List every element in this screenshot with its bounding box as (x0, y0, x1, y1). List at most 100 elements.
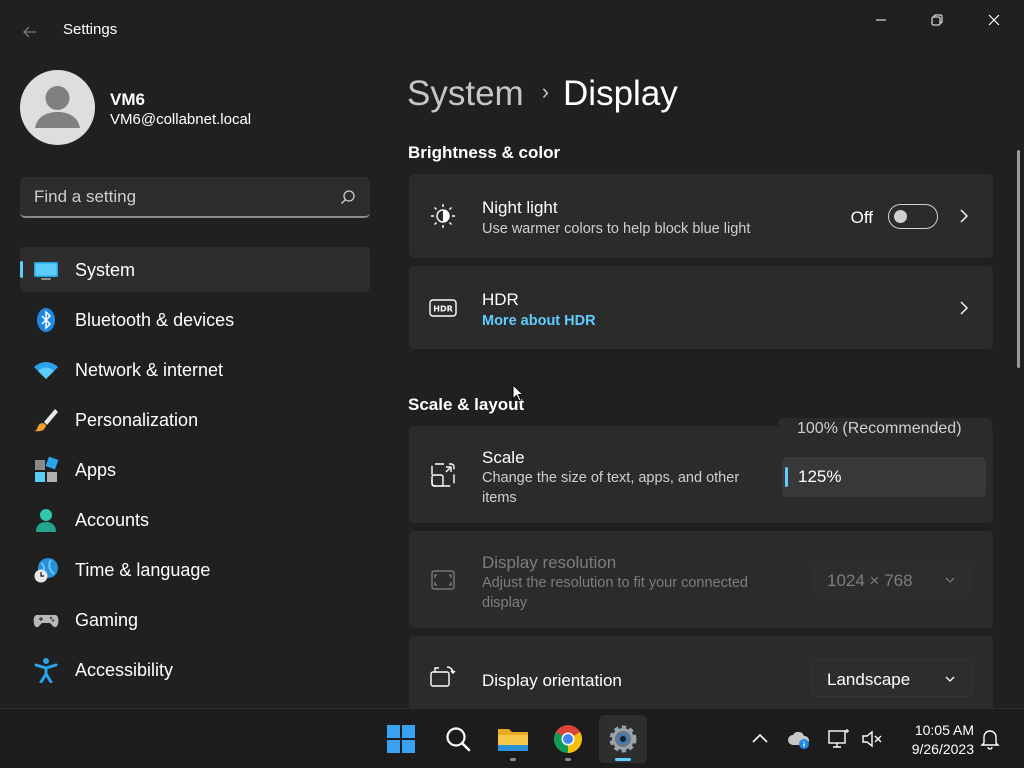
taskbar-start-button[interactable] (377, 715, 425, 763)
clock-time: 10:05 AM (914, 722, 974, 738)
resolution-icon (431, 570, 455, 590)
close-button[interactable] (966, 0, 1022, 40)
sidebar-item-label: Apps (75, 460, 117, 480)
title-bar: Settings (0, 0, 1024, 40)
chevron-right-icon[interactable] (957, 301, 971, 315)
scale-option[interactable]: 100% (Recommended) (778, 418, 992, 440)
resolution-title: Display resolution (482, 553, 617, 572)
resolution-card: Display resolution Adjust the resolution… (409, 531, 993, 628)
orientation-title: Display orientation (482, 671, 622, 690)
active-app-indicator (615, 758, 631, 761)
sidebar-item-bluetooth[interactable]: Bluetooth & devices (20, 297, 370, 342)
network-monitor-icon[interactable] (827, 727, 851, 751)
chrome-icon (554, 725, 582, 753)
sidebar-item-network[interactable]: Network & internet (20, 347, 370, 392)
user-avatar-icon (35, 86, 80, 128)
sidebar-item-label: Accounts (75, 510, 150, 530)
chevron-down-icon (945, 577, 955, 583)
orientation-icon (430, 666, 456, 687)
orientation-dropdown[interactable]: Landscape (811, 659, 973, 697)
resolution-dropdown[interactable]: 1024 × 768 (811, 560, 973, 598)
minimize-button[interactable] (853, 0, 909, 40)
search-icon[interactable] (340, 189, 356, 205)
search-box[interactable] (20, 177, 370, 218)
search-icon (446, 727, 471, 752)
paintbrush-icon (34, 409, 58, 432)
minimize-icon (876, 19, 886, 21)
breadcrumb: System › Display (407, 74, 678, 114)
apps-icon (35, 457, 59, 482)
sidebar-item-system[interactable]: System (20, 247, 370, 292)
sidebar-item-label: Gaming (75, 610, 139, 630)
search-input[interactable] (34, 177, 334, 216)
settings-window: Settings VM6 VM6@collabnet.local Find a … (0, 0, 1024, 708)
brightness-icon (431, 204, 455, 228)
onedrive-cloud-icon[interactable] (787, 727, 811, 751)
chevron-right-icon[interactable] (957, 209, 971, 223)
folder-icon (498, 729, 528, 751)
sidebar-item-accessibility[interactable]: Accessibility (20, 647, 370, 692)
clock-date: 9/26/2023 (911, 741, 974, 757)
profile-email: VM6@collabnet.local (110, 111, 252, 128)
sidebar-item-label: Time & language (75, 560, 211, 580)
night-light-title: Night light (482, 198, 558, 217)
scale-option-label: 100% (Recommended) (797, 420, 962, 437)
back-arrow-icon (23, 26, 36, 38)
sidebar-item-accounts[interactable]: Accounts (20, 497, 370, 542)
gear-icon (609, 725, 637, 753)
taskbar-settings[interactable] (599, 715, 647, 763)
time-language-icon (34, 558, 58, 583)
section-title-brightness: Brightness & color (408, 143, 561, 162)
night-light-toggle[interactable] (888, 204, 938, 229)
toggle-knob (894, 210, 907, 223)
restore-button[interactable] (909, 0, 965, 40)
scale-subtitle: Change the size of text, apps, and other… (482, 470, 740, 506)
resolution-value: 1024 × 768 (827, 571, 913, 590)
scale-option-selected[interactable]: 125% (782, 457, 986, 497)
hdr-link[interactable]: More about HDR (482, 311, 596, 331)
sidebar-item-personalization[interactable]: Personalization (20, 397, 370, 442)
avatar[interactable] (20, 70, 95, 145)
taskbar-chrome[interactable] (544, 715, 592, 763)
sidebar-item-label: Personalization (75, 410, 199, 430)
back-button[interactable] (14, 18, 46, 46)
resolution-subtitle: Adjust the resolution to fit your connec… (482, 575, 748, 611)
taskbar-search-button[interactable] (434, 715, 482, 763)
sidebar-item-label: System (75, 260, 136, 280)
bluetooth-icon (37, 308, 55, 332)
orientation-value: Landscape (827, 670, 911, 689)
sidebar-item-time-language[interactable]: Time & language (20, 547, 370, 592)
chevron-up-icon[interactable] (748, 727, 772, 751)
notification-bell-icon[interactable] (978, 727, 1002, 751)
running-indicator (565, 758, 571, 761)
wifi-icon (34, 362, 58, 379)
section-title-scale-layout: Scale & layout (408, 395, 525, 414)
scale-option-label: 125% (798, 467, 842, 486)
sidebar-nav: System Bluetooth & devices Network & int… (20, 247, 370, 697)
sidebar-item-label: Bluetooth & devices (75, 310, 235, 330)
night-light-toggle-label: Off (850, 208, 873, 227)
active-indicator (20, 261, 23, 278)
scale-icon (431, 463, 455, 487)
page-title: Display (563, 74, 678, 113)
breadcrumb-separator: › (541, 79, 550, 104)
system-display-icon (34, 262, 58, 280)
taskbar-file-explorer[interactable] (489, 715, 537, 763)
volume-muted-icon[interactable] (860, 727, 884, 751)
orientation-card: Display orientation Landscape (409, 636, 993, 708)
scrollbar[interactable] (1017, 150, 1020, 368)
system-clock[interactable]: 10:05 AM 9/26/2023 (896, 721, 974, 759)
selection-indicator (785, 467, 788, 487)
gamepad-icon (33, 615, 59, 628)
app-title: Settings (63, 21, 118, 38)
running-indicator (510, 758, 516, 761)
night-light-card[interactable]: Night light Use warmer colors to help bl… (409, 174, 993, 258)
profile-name: VM6 (110, 90, 145, 109)
sidebar-item-apps[interactable]: Apps (20, 447, 370, 492)
scale-title: Scale (482, 448, 525, 467)
hdr-card[interactable]: HDR HDR More about HDR (409, 266, 993, 349)
sidebar-item-gaming[interactable]: Gaming (20, 597, 370, 642)
close-icon (988, 14, 1000, 26)
breadcrumb-parent[interactable]: System (407, 74, 524, 113)
night-light-subtitle: Use warmer colors to help block blue lig… (482, 221, 751, 237)
